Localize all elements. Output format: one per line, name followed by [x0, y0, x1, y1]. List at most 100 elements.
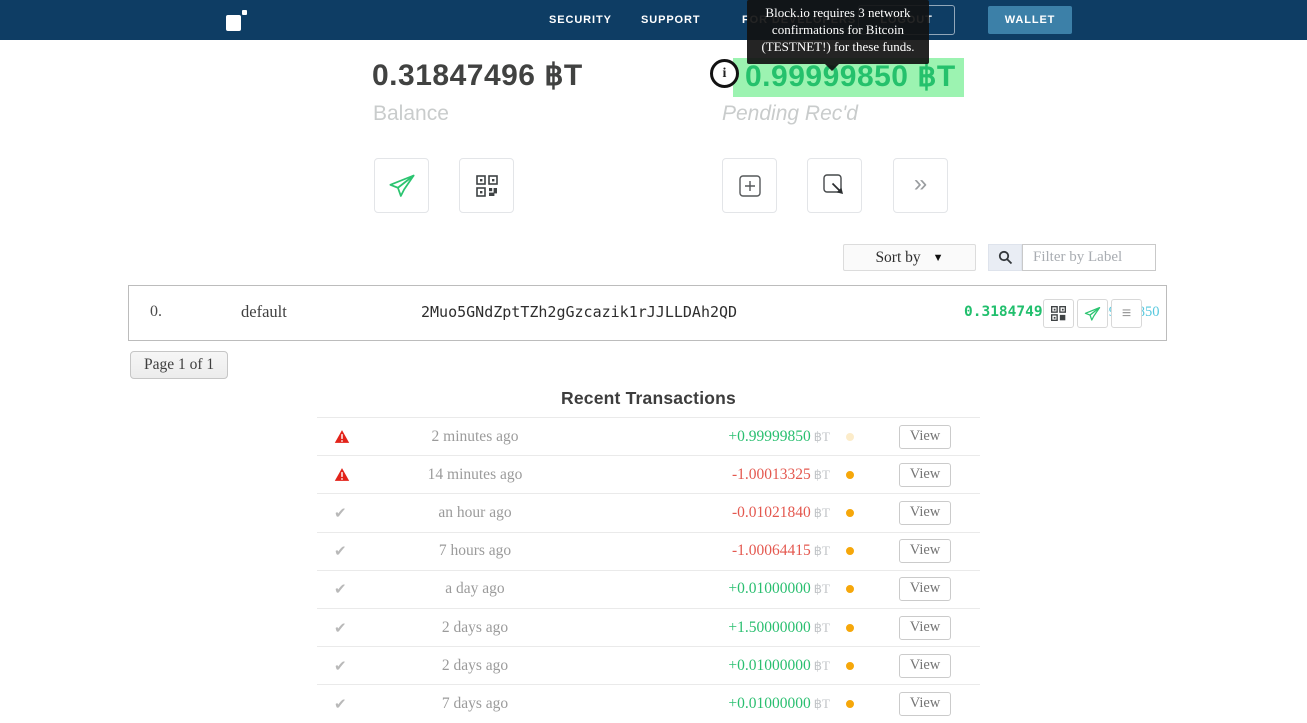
view-transaction-button[interactable]: View: [898, 615, 952, 640]
address-row: 0. default 2Muo5GNdZptTZh2gGzcazik1rJJLL…: [128, 285, 1167, 341]
transaction-row: ✔ 2 days ago +1.50000000 ฿T View: [317, 607, 980, 646]
address-actions: ≡: [1043, 299, 1142, 328]
confirmation-cell: [830, 470, 870, 479]
view-transaction-button[interactable]: View: [898, 462, 952, 487]
confirmation-cell: [830, 699, 870, 708]
address-balance-value: 0.31847496: [964, 304, 1052, 320]
transaction-amount: +0.01000000 ฿T: [728, 694, 830, 712]
address-send-button[interactable]: [1077, 299, 1108, 328]
transaction-row: ✔ 7 hours ago -1.00064415 ฿T View: [317, 531, 980, 570]
transaction-time: 7 days ago: [441, 694, 509, 712]
status-cell: ✔: [317, 657, 367, 675]
view-transaction-button[interactable]: View: [898, 539, 952, 564]
transaction-time: 2 days ago: [441, 618, 509, 636]
transaction-amount: +1.50000000 ฿T: [728, 618, 830, 636]
logo-square: [226, 15, 241, 31]
logo-dot: [242, 10, 247, 15]
transaction-row: ✔ 2 days ago +0.01000000 ฿T View: [317, 646, 980, 684]
square-arrow-out-icon: [823, 174, 843, 194]
check-icon: ✔: [334, 695, 347, 713]
confirmation-cell: [830, 623, 870, 632]
address-menu-button[interactable]: ≡: [1111, 299, 1142, 328]
status-cell: ✔: [317, 504, 367, 522]
balance-label: Balance: [373, 102, 449, 125]
pending-info-icon[interactable]: i: [710, 59, 739, 88]
transaction-time: 2 days ago: [441, 656, 509, 674]
confirmed-ring-icon: [846, 470, 854, 479]
view-transaction-button[interactable]: View: [898, 691, 952, 716]
confirmed-ring-icon: [846, 547, 854, 556]
check-icon: ✔: [334, 619, 347, 637]
add-address-button[interactable]: [722, 158, 777, 213]
check-icon: ✔: [334, 504, 347, 522]
sort-by-label: Sort by: [875, 248, 921, 266]
search-button[interactable]: [988, 244, 1022, 271]
pagination-button[interactable]: Page 1 of 1: [130, 351, 229, 379]
caret-down-icon: ▼: [932, 251, 944, 264]
address-qr-button[interactable]: [1043, 299, 1074, 328]
view-transaction-button[interactable]: View: [898, 424, 952, 449]
wallet-button[interactable]: WALLET: [988, 6, 1072, 34]
check-icon: ✔: [334, 581, 347, 599]
confirmation-cell: [830, 432, 870, 441]
confirmed-ring-icon: [846, 585, 854, 594]
transaction-row: ✔ 7 days ago +0.01000000 ฿T View: [317, 684, 980, 722]
recent-transactions-title: Recent Transactions: [561, 388, 736, 408]
transaction-row: 14 minutes ago -1.00013325 ฿T View: [317, 455, 980, 493]
balance-amount: 0.31847496 ฿T: [372, 58, 583, 93]
transaction-time: 14 minutes ago: [427, 465, 523, 483]
search-icon: [998, 250, 1012, 265]
plus-square-icon: [738, 174, 761, 197]
status-cell: ✔: [317, 695, 367, 713]
paper-plane-icon: [388, 174, 415, 197]
info-glyph: i: [722, 65, 727, 81]
pending-amount: 0.99999850 ฿T: [733, 58, 964, 97]
transaction-time: a day ago: [445, 580, 505, 598]
view-transaction-button[interactable]: View: [898, 577, 952, 602]
pending-label: Pending Rec'd: [722, 102, 858, 125]
hamburger-icon: ≡: [1121, 304, 1132, 322]
status-cell: ✔: [317, 619, 367, 637]
send-button[interactable]: [374, 158, 429, 213]
pending-currency: ฿T: [917, 60, 956, 93]
tooltip-text: Block.io requires 3 network confirmation…: [761, 5, 915, 54]
transaction-amount: -1.00064415 ฿T: [731, 542, 830, 560]
balance-currency: ฿T: [544, 59, 583, 92]
status-cell: ✔: [317, 580, 367, 598]
nav-link-security[interactable]: SECURITY: [549, 14, 612, 26]
transaction-amount: +0.99999850 ฿T: [728, 427, 830, 445]
transaction-time: an hour ago: [438, 503, 512, 521]
block-io-logo[interactable]: [226, 9, 247, 31]
transaction-time: 2 minutes ago: [431, 427, 519, 445]
transaction-amount: +0.01000000 ฿T: [728, 656, 830, 674]
balance-number: 0.31847496: [372, 59, 536, 92]
confirmation-cell: [830, 508, 870, 517]
nav-link-support[interactable]: SUPPORT: [641, 14, 700, 26]
sort-by-button[interactable]: Sort by ▼: [843, 244, 976, 271]
status-cell: [317, 467, 367, 482]
more-actions-button[interactable]: »: [893, 158, 948, 213]
qr-code-icon: [1051, 306, 1066, 321]
transaction-row: ✔ a day ago +0.01000000 ฿T View: [317, 569, 980, 608]
view-transaction-button[interactable]: View: [898, 500, 952, 525]
confirmation-cell: [830, 547, 870, 556]
address-value: 2Muo5GNdZptTZh2gGzcazik1rJJLLDAh2QD: [421, 303, 738, 321]
filter-by-label-input[interactable]: [1022, 244, 1156, 271]
qr-code-icon: [475, 174, 498, 197]
top-nav-bar: SECURITY SUPPORT FOR DEVELOPERS LOGOUT W…: [0, 0, 1307, 40]
warning-icon: [334, 468, 350, 482]
confirmed-ring-icon: [846, 699, 854, 708]
withdraw-button[interactable]: [807, 158, 862, 213]
check-icon: ✔: [334, 657, 347, 675]
status-cell: ✔: [317, 542, 367, 560]
confirmed-ring-icon: [846, 623, 854, 632]
status-cell: [317, 429, 367, 444]
address-label: default: [241, 302, 287, 321]
qr-code-button[interactable]: [459, 158, 514, 213]
transactions-table: 2 minutes ago +0.99999850 ฿T View 14 minu…: [317, 417, 980, 723]
address-index: 0.: [150, 303, 162, 320]
transaction-row: 2 minutes ago +0.99999850 ฿T View: [317, 417, 980, 455]
confirmation-cell: [830, 661, 870, 670]
transaction-amount: -0.01021840 ฿T: [731, 503, 830, 521]
view-transaction-button[interactable]: View: [898, 653, 952, 678]
